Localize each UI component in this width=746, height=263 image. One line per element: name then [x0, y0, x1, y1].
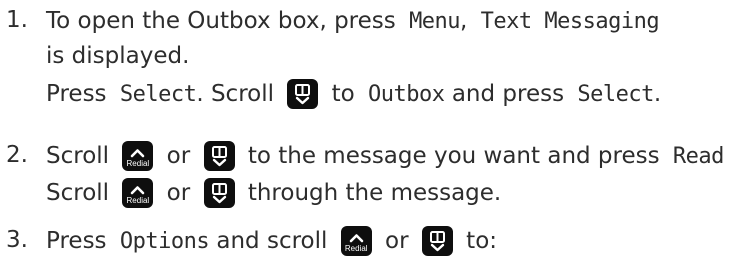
step-text: To open the Outbox box, press [46, 8, 404, 34]
step-2-line-2: Scroll Redial or through the message. [46, 178, 501, 208]
step-2-line-1: Scroll Redial or to the message you want… [46, 141, 724, 171]
menu-key-label: Menu [409, 8, 461, 34]
step-text: Press [46, 81, 114, 107]
step-text: through the message. [240, 180, 502, 206]
redial-label: Redial [126, 196, 150, 205]
step-text: is displayed. [46, 43, 190, 69]
redial-label: Redial [126, 159, 150, 168]
step-text: . Scroll [196, 81, 282, 107]
step-3-line-1: Press Options and scroll Redial or to: [46, 226, 497, 256]
step-text: Press [46, 228, 114, 254]
step-number: 2. [6, 142, 28, 168]
step-text: to [324, 81, 363, 107]
redial-up-key-icon: Redial [340, 226, 372, 256]
phonebook-down-key-icon [421, 226, 453, 256]
select-key-label: Select [119, 81, 197, 107]
step-text: to the message you want and press [240, 143, 667, 169]
step-text: or [377, 228, 416, 254]
step-1-line-1: To open the Outbox box, press Menu , Tex… [46, 6, 660, 36]
step-text: or [159, 143, 198, 169]
select-key-label: Select [577, 81, 654, 107]
step-number: 3. [6, 227, 28, 253]
redial-up-key-icon: Redial [122, 141, 154, 171]
step-text: and scroll [209, 228, 335, 254]
outbox-label: Outbox [368, 81, 445, 107]
step-text: , [460, 8, 475, 34]
step-text: Scroll [46, 143, 117, 169]
step-text: . [653, 81, 662, 107]
step-1-line-2: is displayed. [46, 41, 189, 71]
text-messaging-label: Text Messaging [480, 8, 660, 34]
step-text: Scroll [46, 180, 117, 206]
step-text: and press [444, 81, 572, 107]
phonebook-down-key-icon [203, 141, 235, 171]
read-key-label: Read [672, 143, 724, 169]
step-text: to: [458, 228, 498, 254]
phonebook-down-key-icon [203, 178, 235, 208]
options-key-label: Options [119, 228, 210, 254]
redial-label: Redial [344, 244, 368, 253]
step-number: 1. [6, 7, 28, 33]
phonebook-down-key-icon [287, 79, 319, 109]
redial-up-key-icon: Redial [122, 178, 154, 208]
step-text: or [159, 180, 198, 206]
step-1-line-3: Press Select . Scroll to Outbox and pres… [46, 79, 661, 109]
